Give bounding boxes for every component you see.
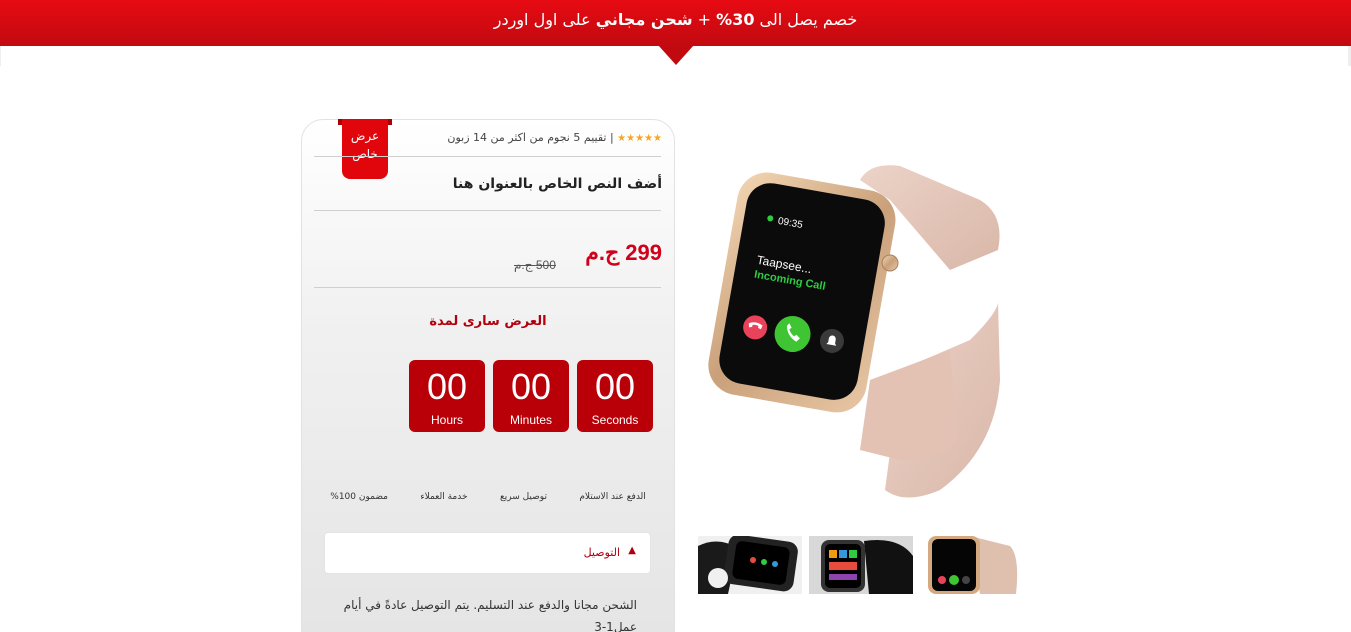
caret-up-icon: ▲: [628, 545, 636, 556]
divider: [314, 210, 661, 211]
rating: ★★★★★ | تقييم 5 نجوم من اكثر من 14 زبون: [314, 131, 663, 144]
promo-plus: +: [692, 10, 717, 29]
promo-shipping: شحن مجاني: [595, 10, 693, 29]
product-image[interactable]: 09:35 Taapsee... Incoming Call: [700, 160, 1030, 505]
special-offer-badge: عرض خاص: [338, 119, 392, 179]
edge-line: [0, 46, 1, 66]
star-icon: ★★★★★: [617, 133, 663, 144]
timer-label: Hours: [430, 413, 463, 427]
timer-value: 00: [594, 366, 636, 407]
rating-text: | تقييم 5 نجوم من اكثر من 14 زبون: [447, 131, 614, 144]
thumbnail-pink-watch[interactable]: [920, 536, 1024, 594]
feature-fast-delivery: توصيل سريع: [499, 492, 547, 502]
thumbnail-black-watch-side[interactable]: [698, 536, 802, 594]
thumbnail-image: [809, 536, 913, 594]
thumbnail-black-watch-front[interactable]: [809, 536, 913, 594]
timer-seconds: 00 Seconds: [577, 360, 653, 432]
promo-discount: 30%: [716, 10, 755, 29]
timer-label: Seconds: [591, 413, 639, 427]
divider: [314, 156, 661, 157]
feature-cod: الدفع عند الاستلام: [579, 492, 646, 502]
timer-value: 00: [426, 366, 468, 407]
timer-label: Minutes: [509, 413, 553, 427]
promo-text-start: خصم يصل الى: [754, 10, 858, 29]
promo-banner-text: خصم يصل الى 30% + شحن مجاني على اول اورد…: [0, 10, 1351, 29]
features-list: الدفع عند الاستلام توصيل سريع خدمة العمل…: [314, 492, 662, 502]
thumbnail-image: [920, 536, 1024, 594]
promo-text-end: على اول اوردر: [493, 10, 596, 29]
delivery-description: الشحن مجانا والدفع عند التسليم. يتم التو…: [343, 598, 637, 632]
accordion-title: التوصيل: [583, 546, 620, 559]
thumbnail-image: [698, 536, 802, 594]
delivery-accordion[interactable]: ▲ التوصيل: [324, 532, 651, 574]
price-block: 299 ج.م 500 ج.م: [314, 240, 662, 272]
feature-guarantee: مضمون 100%: [330, 492, 388, 502]
promo-banner: خصم يصل الى 30% + شحن مجاني على اول اورد…: [0, 0, 1351, 46]
badge-line: خاص: [352, 147, 378, 161]
product-title: أضف النص الخاص بالعنوان هنا: [452, 176, 662, 192]
banner-arrow: [658, 45, 694, 65]
offer-countdown-label: العرض سارى لمدة: [429, 314, 547, 329]
divider: [314, 287, 661, 288]
timer-minutes: 00 Minutes: [493, 360, 569, 432]
feature-customer-service: خدمة العملاء: [420, 492, 468, 502]
old-price: 500 ج.م: [514, 258, 556, 272]
current-price: 299 ج.م: [585, 240, 662, 265]
timer-hours: 00 Hours: [409, 360, 485, 432]
timer-value: 00: [510, 366, 552, 407]
